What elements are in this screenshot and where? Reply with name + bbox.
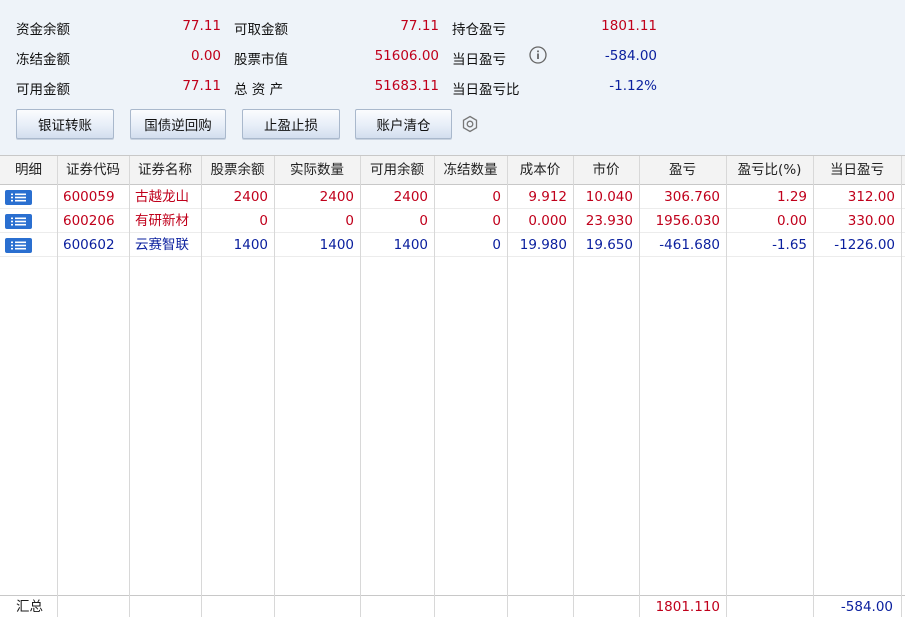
table-cell-cost: 0.000 xyxy=(528,213,567,229)
table-cell-cost: 19.980 xyxy=(519,237,567,253)
available-label: 可用金额 xyxy=(16,82,70,98)
today-pnl-ratio-value: -1.12% xyxy=(609,78,657,94)
total-assets-label: 总 资 产 xyxy=(234,82,284,98)
table-cell-available: 1400 xyxy=(393,237,428,253)
position-pnl-value: 1801.11 xyxy=(601,18,657,34)
clear-account-button[interactable]: 账户清仓 xyxy=(355,109,452,139)
available-value: 77.11 xyxy=(182,78,221,94)
table-cell-balance: 1400 xyxy=(233,237,268,253)
table-footer: 汇总 1801.110 -584.00 xyxy=(0,595,905,618)
list-icon[interactable] xyxy=(5,238,32,253)
table-cell-price: 19.650 xyxy=(585,237,633,253)
table-header: 明细 证券代码 证券名称 股票余额 实际数量 可用余额 冻结数量 成本价 市价 盈亏 盈亏比(%) 当… xyxy=(0,156,905,185)
frozen-label: 冻结金额 xyxy=(16,52,70,68)
holdings-table: 明细 证券代码 证券名称 股票余额 实际数量 可用余额 冻结数量 成本价 市价 盈亏 盈亏比(%) 当… xyxy=(0,155,905,618)
table-cell-balance: 0 xyxy=(259,213,268,229)
table-cell-available: 0 xyxy=(419,213,428,229)
column-divider[interactable] xyxy=(573,156,574,617)
frozen-value: 0.00 xyxy=(190,48,221,64)
column-divider[interactable] xyxy=(201,156,202,617)
table-cell-actual: 2400 xyxy=(319,189,354,205)
table-cell-pnl: 306.760 xyxy=(664,189,720,205)
table-cell-pnl_ratio: 1.29 xyxy=(776,189,807,205)
table-cell-name: 云赛智联 xyxy=(135,237,189,253)
column-divider[interactable] xyxy=(434,156,435,617)
table-cell-code: 600602 xyxy=(63,237,115,253)
table-cell-frozen: 0 xyxy=(492,189,501,205)
table-cell-frozen: 0 xyxy=(492,237,501,253)
treasury-repo-button[interactable]: 国债逆回购 xyxy=(130,109,226,139)
column-header[interactable]: 可用余额 xyxy=(360,156,434,184)
column-divider[interactable] xyxy=(129,156,130,617)
column-divider[interactable] xyxy=(57,156,58,617)
total-assets-value: 51683.11 xyxy=(374,78,439,94)
table-cell-frozen: 0 xyxy=(492,213,501,229)
table-cell-available: 2400 xyxy=(393,189,428,205)
table-cell-code: 600059 xyxy=(63,189,115,205)
bank-transfer-button[interactable]: 银证转账 xyxy=(16,109,114,139)
column-divider[interactable] xyxy=(360,156,361,617)
column-header[interactable]: 盈亏 xyxy=(639,156,726,184)
today-pnl-value: -584.00 xyxy=(604,48,657,64)
column-divider[interactable] xyxy=(726,156,727,617)
market-value-value: 51606.00 xyxy=(374,48,439,64)
column-header[interactable]: 市价 xyxy=(573,156,639,184)
table-cell-pnl: -461.680 xyxy=(659,237,720,253)
column-divider[interactable] xyxy=(813,156,814,617)
column-header[interactable]: 冻结数量 xyxy=(434,156,507,184)
table-cell-today_pnl: 312.00 xyxy=(847,189,895,205)
balance-label: 资金余额 xyxy=(16,22,70,38)
column-header[interactable]: 证券代码 xyxy=(57,156,129,184)
column-header[interactable]: 股票余额 xyxy=(201,156,274,184)
table-cell-price: 10.040 xyxy=(585,189,633,205)
market-value-label: 股票市值 xyxy=(234,52,288,68)
stop-profit-loss-button[interactable]: 止盈止损 xyxy=(242,109,340,139)
withdrawable-label: 可取金额 xyxy=(234,22,288,38)
table-cell-cost: 9.912 xyxy=(528,189,567,205)
table-cell-pnl_ratio: 0.00 xyxy=(776,213,807,229)
footer-label: 汇总 xyxy=(16,599,43,615)
column-divider[interactable] xyxy=(274,156,275,617)
table-cell-actual: 0 xyxy=(345,213,354,229)
position-pnl-label: 持仓盈亏 xyxy=(452,22,506,38)
table-cell-price: 23.930 xyxy=(585,213,633,229)
column-header[interactable]: 证券名称 xyxy=(129,156,201,184)
column-header[interactable]: 当日盈亏 xyxy=(813,156,901,184)
balance-value: 77.11 xyxy=(182,18,221,34)
table-cell-balance: 2400 xyxy=(233,189,268,205)
column-divider[interactable] xyxy=(507,156,508,617)
column-divider[interactable] xyxy=(639,156,640,617)
table-cell-pnl: 1956.030 xyxy=(655,213,720,229)
table-cell-name: 古越龙山 xyxy=(135,189,189,205)
column-divider[interactable] xyxy=(901,156,902,617)
withdrawable-value: 77.11 xyxy=(400,18,439,34)
today-pnl-label: 当日盈亏 xyxy=(452,52,506,68)
table-cell-name: 有研新材 xyxy=(135,213,189,229)
table-cell-pnl_ratio: -1.65 xyxy=(772,237,807,253)
table-cell-code: 600206 xyxy=(63,213,115,229)
account-summary-panel: 资金余额 77.11 可取金额 77.11 持仓盈亏 1801.11 冻结金额 … xyxy=(0,0,905,155)
footer-today-pnl: -584.00 xyxy=(840,599,893,615)
table-cell-today_pnl: 330.00 xyxy=(847,213,895,229)
table-cell-actual: 1400 xyxy=(319,237,354,253)
info-icon[interactable] xyxy=(529,46,547,64)
column-header[interactable]: 实际数量 xyxy=(274,156,360,184)
today-pnl-ratio-label: 当日盈亏比 xyxy=(452,82,520,98)
column-header[interactable]: 盈亏比(%) xyxy=(726,156,813,184)
column-header[interactable]: 成本价 xyxy=(507,156,573,184)
table-cell-today_pnl: -1226.00 xyxy=(834,237,895,253)
column-header[interactable]: 明细 xyxy=(0,156,57,184)
footer-pnl: 1801.110 xyxy=(655,599,720,615)
list-icon[interactable] xyxy=(5,190,32,205)
gear-icon[interactable] xyxy=(461,115,479,133)
list-icon[interactable] xyxy=(5,214,32,229)
